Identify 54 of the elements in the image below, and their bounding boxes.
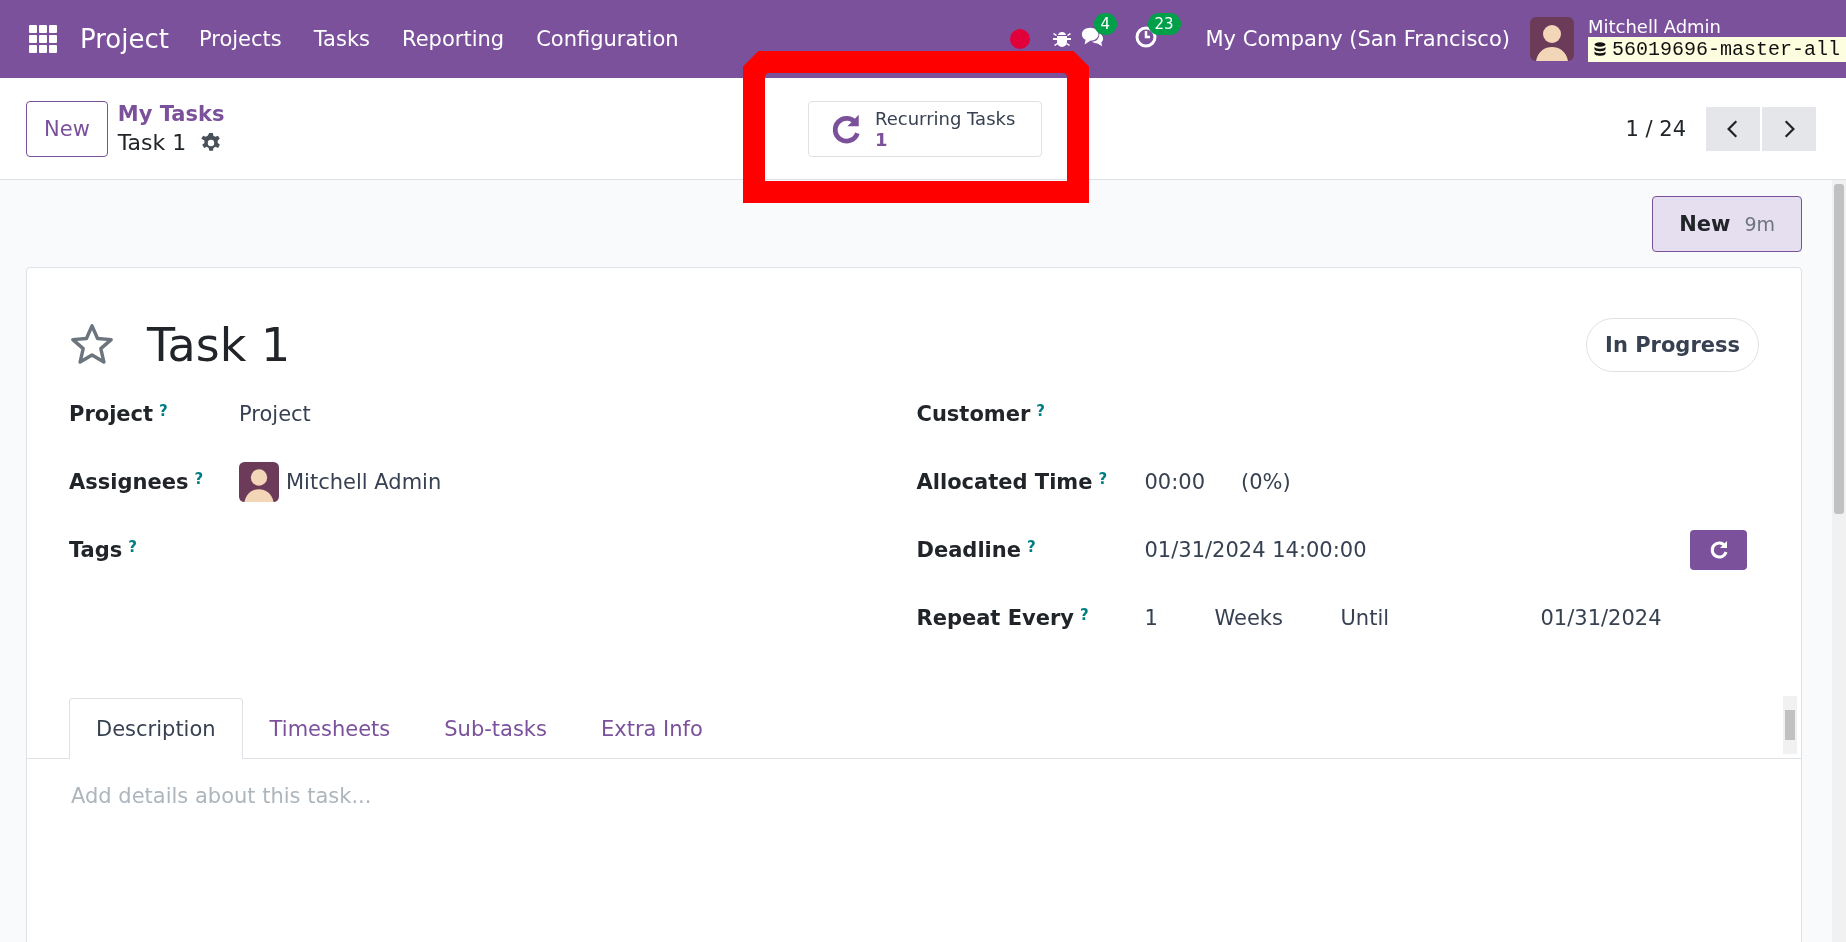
scrollbar[interactable] xyxy=(1783,696,1797,754)
field-label: Repeat Every xyxy=(916,606,1075,630)
help-tooltip[interactable]: ? xyxy=(194,470,204,488)
menu-item[interactable]: Projects xyxy=(182,27,298,51)
menu-item[interactable]: Configuration xyxy=(520,27,695,51)
pager-value[interactable]: 1 / 24 xyxy=(1625,116,1686,141)
tab[interactable]: Timesheets xyxy=(242,698,418,759)
field-value: 00:00 xyxy=(1144,470,1206,494)
field-value: (0%) xyxy=(1241,470,1291,494)
activity-count-badge: 23 xyxy=(1147,13,1181,35)
breadcrumb-link[interactable]: My Tasks xyxy=(117,102,225,126)
recurring-tasks-button[interactable]: Recurring Tasks 1 xyxy=(807,100,1042,157)
field-label: Tags xyxy=(69,538,123,562)
scrollbar[interactable] xyxy=(1832,180,1846,942)
field-value[interactable]: 01/31/2024 14:00:00 xyxy=(1144,538,1367,562)
task-title[interactable]: Task 1 xyxy=(147,318,291,372)
message-count-badge: 4 xyxy=(1093,13,1118,35)
field-value[interactable]: Until xyxy=(1340,606,1541,630)
help-tooltip[interactable]: ? xyxy=(159,402,168,420)
settings-icon[interactable] xyxy=(200,131,223,154)
help-tooltip[interactable]: ? xyxy=(1036,402,1045,420)
menu-item[interactable]: Tasks xyxy=(297,27,387,51)
database-icon xyxy=(1593,42,1606,56)
help-tooltip[interactable]: ? xyxy=(1098,470,1108,488)
new-button[interactable]: New xyxy=(26,100,108,157)
next-button[interactable] xyxy=(1762,106,1816,151)
field-label: Project xyxy=(69,402,154,426)
tab[interactable]: Description xyxy=(69,698,243,759)
help-tooltip[interactable]: ? xyxy=(1080,606,1089,624)
company-switcher[interactable]: My Company (San Francisco) xyxy=(1205,27,1510,51)
help-tooltip[interactable]: ? xyxy=(1026,538,1036,556)
field-value[interactable]: Project xyxy=(239,402,311,426)
apps-menu-icon[interactable] xyxy=(28,24,58,54)
tab[interactable]: Sub-tasks xyxy=(417,698,574,759)
user-name[interactable]: Mitchell Admin xyxy=(1587,16,1846,37)
app-name[interactable]: Project xyxy=(80,24,169,54)
stage-button[interactable]: New 9m xyxy=(1652,196,1802,252)
tab[interactable]: Extra Info xyxy=(574,698,730,759)
help-tooltip[interactable]: ? xyxy=(128,538,138,556)
field-label: Assignees xyxy=(69,470,189,494)
previous-button[interactable] xyxy=(1706,106,1760,151)
field-label: Deadline xyxy=(916,538,1021,562)
recurrence-button[interactable] xyxy=(1690,530,1747,570)
assignee-name[interactable]: Mitchell Admin xyxy=(286,470,442,494)
database-name: 56019696-master-all xyxy=(1611,37,1840,61)
field-value[interactable]: 1 xyxy=(1144,606,1215,630)
field-label: Allocated Time xyxy=(916,470,1093,494)
field-value[interactable]: Weeks xyxy=(1214,606,1341,630)
user-avatar xyxy=(239,462,279,502)
user-avatar[interactable] xyxy=(1529,17,1574,61)
field-value[interactable]: 01/31/2024 xyxy=(1540,606,1662,630)
menu-item[interactable]: Reporting xyxy=(386,27,521,51)
field-label: Customer xyxy=(916,402,1031,426)
breadcrumb-current: Task 1 xyxy=(117,130,187,155)
